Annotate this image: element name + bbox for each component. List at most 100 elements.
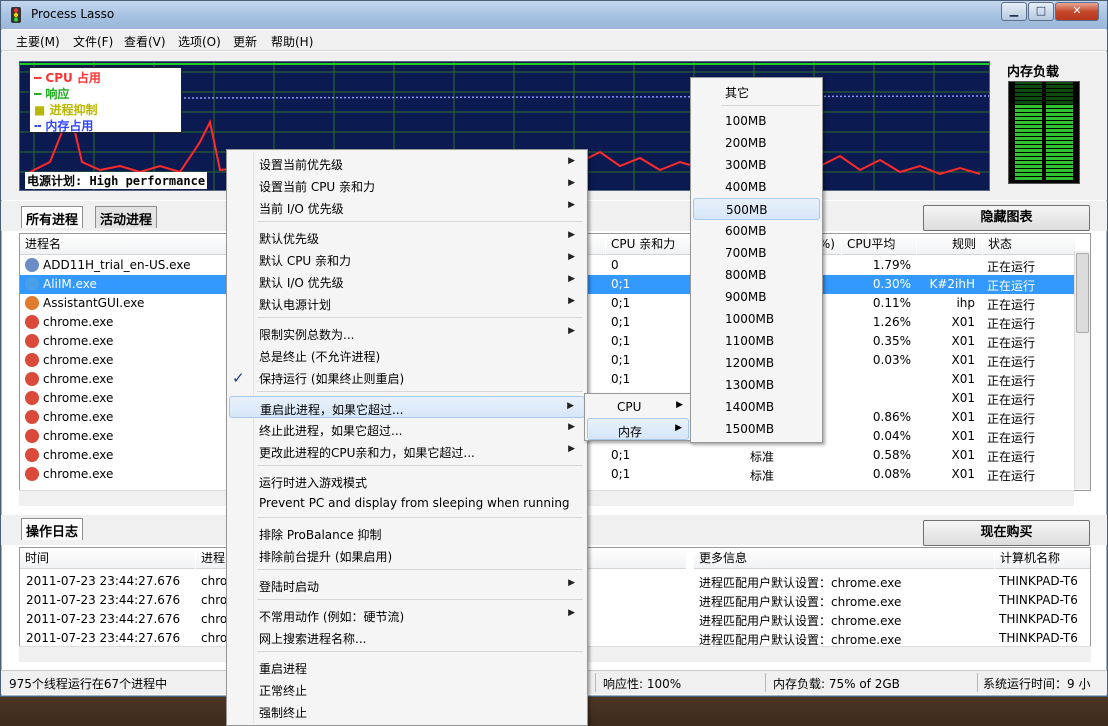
log-header-computer[interactable]: 计算机名称 — [995, 548, 1090, 569]
context-menu-item[interactable]: 强制终止 — [229, 700, 585, 722]
menu-view[interactable]: 查看(V) — [124, 33, 166, 50]
gauge-segment — [1015, 85, 1042, 88]
menu-file[interactable]: 文件(F) — [73, 33, 113, 50]
hide-graph-button[interactable]: 隐藏图表 — [923, 205, 1090, 231]
menu-update[interactable]: 更新 — [233, 33, 257, 50]
process-icon — [25, 429, 39, 443]
memory-load-title: 内存负载 — [1007, 65, 1060, 80]
menu-item-label: 重启此进程，如果它超过... — [260, 403, 404, 417]
context-menu-item[interactable]: 设置当前优先级 ▶ — [229, 152, 585, 174]
graph-legend: ━ CPU 占用 ━ 响应 ■ 进程抑制 ╍ 内存占用 — [29, 67, 182, 133]
submenu-item-label: 1000MB — [725, 312, 775, 326]
context-menu-item[interactable]: 不常用动作 (例如：硬节流) ▶ — [229, 604, 585, 626]
context-menu-item[interactable]: 正常终止 — [229, 678, 585, 700]
context-menu-item[interactable]: 总是终止 (不允许进程) — [229, 344, 585, 366]
memory-threshold-option[interactable]: 700MB — [693, 242, 820, 264]
context-menu-item[interactable]: 默认 CPU 亲和力 ▶ — [229, 248, 585, 270]
process-icon — [25, 353, 39, 367]
minimize-button[interactable]: ▁ — [1001, 2, 1027, 21]
tab-all-processes[interactable]: 所有进程 — [21, 206, 84, 228]
context-menu-item[interactable]: 当前 I/O 优先级 ▶ — [229, 196, 585, 218]
menu-separator — [257, 317, 583, 318]
gauge-segment — [1046, 89, 1073, 92]
gauge-segment — [1046, 153, 1073, 156]
memory-threshold-option[interactable]: 1000MB — [693, 308, 820, 330]
priority-cell: 标准 — [750, 450, 775, 464]
tab-active-processes[interactable]: 活动进程 — [95, 206, 158, 228]
context-menu-item[interactable]: 默认优先级 ▶ — [229, 226, 585, 248]
process-name-cell: chrome.exe — [43, 429, 114, 443]
submenu-item-label: 400MB — [725, 180, 767, 194]
memory-threshold-option[interactable]: 1500MB — [693, 418, 820, 440]
memory-threshold-option[interactable]: 1400MB — [693, 396, 820, 418]
memory-threshold-option[interactable]: 800MB — [693, 264, 820, 286]
process-icon — [25, 372, 39, 386]
memory-threshold-option[interactable]: 500MB — [693, 198, 820, 220]
submenu-item-label: 900MB — [725, 290, 767, 304]
memory-threshold-option[interactable]: 100MB — [693, 110, 820, 132]
gauge-segment — [1015, 133, 1042, 136]
log-header-time[interactable]: 时间 — [20, 548, 195, 569]
memory-threshold-option[interactable]: 200MB — [693, 132, 820, 154]
submenu-arrow-icon: ▶ — [568, 274, 575, 284]
col-header-cpu-avg[interactable]: CPU平均 — [842, 234, 916, 255]
memory-threshold-option[interactable]: 1200MB — [693, 352, 820, 374]
memory-threshold-option[interactable]: 600MB — [693, 220, 820, 242]
context-menu-item[interactable]: 排除前台提升 (如果启用) — [229, 544, 585, 566]
gauge-segment — [1015, 177, 1042, 180]
context-menu-item[interactable]: 限制实例总数为... ▶ — [229, 322, 585, 344]
close-button[interactable]: ✕ — [1055, 2, 1099, 21]
context-menu-item[interactable]: 更改此进程的CPU亲和力，如果它超过... ▶ — [229, 440, 585, 462]
process-list-vscroll[interactable] — [1074, 251, 1090, 489]
submenu-item-memory[interactable]: 内存 ▶ — [587, 418, 689, 440]
process-context-menu: 设置当前优先级 ▶ 设置当前 CPU 亲和力 ▶ 当前 I/O 优先级 ▶ 默认优先级 ▶ 默认… — [226, 149, 588, 726]
menu-main[interactable]: 主要(M) — [16, 33, 60, 50]
status-responsiveness: 响应性: 100% — [603, 677, 682, 691]
menu-help[interactable]: 帮助(H) — [271, 33, 313, 50]
col-header-rules[interactable]: 规则 — [917, 234, 982, 255]
context-menu-item[interactable]: Prevent PC and display from sleeping whe… — [229, 492, 585, 514]
title-bar[interactable]: Process Lasso ▁ □ ✕ — [1, 1, 1107, 29]
menu-separator — [257, 651, 583, 652]
log-header-info[interactable]: 更多信息 — [694, 548, 994, 569]
menu-options[interactable]: 选项(O) — [178, 33, 221, 50]
submenu-item-label: 其它 — [725, 86, 750, 100]
context-menu-item[interactable]: 默认电源计划 ▶ — [229, 292, 585, 314]
context-menu-item[interactable]: 运行时进入游戏模式 — [229, 470, 585, 492]
gauge-segment — [1015, 129, 1042, 132]
menu-separator — [257, 517, 583, 518]
col-header-status[interactable]: 状态 — [983, 234, 1075, 255]
memory-threshold-option[interactable]: 900MB — [693, 286, 820, 308]
memory-threshold-option[interactable]: 400MB — [693, 176, 820, 198]
menu-item-label: 重启进程 — [259, 662, 308, 676]
log-process-cell: chro — [201, 631, 228, 645]
window-title: Process Lasso — [31, 7, 115, 21]
log-process-cell: chro — [201, 574, 228, 588]
context-menu-item[interactable]: 登陆时启动 ▶ — [229, 574, 585, 596]
buy-now-button[interactable]: 现在购买 — [923, 520, 1090, 546]
memory-threshold-option[interactable]: 300MB — [693, 154, 820, 176]
gauge-segment — [1046, 165, 1073, 168]
tab-action-log[interactable]: 操作日志 — [21, 518, 84, 540]
context-menu-item[interactable]: 网上搜索进程名称... — [229, 626, 585, 648]
gauge-segment — [1015, 101, 1042, 104]
gauge-segment — [1015, 89, 1042, 92]
vscroll-thumb[interactable] — [1076, 253, 1089, 333]
maximize-button[interactable]: □ — [1028, 2, 1054, 21]
context-menu-item[interactable]: 重启此进程，如果它超过... ▶ — [229, 396, 585, 418]
context-menu-item[interactable]: 重启进程 — [229, 656, 585, 678]
memory-threshold-option[interactable]: 1100MB — [693, 330, 820, 352]
memory-threshold-option[interactable]: 1300MB — [693, 374, 820, 396]
cpu-avg-cell: 0.35% — [872, 334, 911, 348]
context-menu-item[interactable]: 终止此进程，如果它超过... ▶ — [229, 418, 585, 440]
rule-cell: X01 — [951, 315, 976, 329]
context-menu-item[interactable]: 默认 I/O 优先级 ▶ — [229, 270, 585, 292]
gauge-segment — [1046, 141, 1073, 144]
context-menu-item[interactable]: 排除 ProBalance 抑制 — [229, 522, 585, 544]
cpu-avg-cell: 0.58% — [872, 448, 911, 462]
context-menu-item[interactable]: 保持运行 (如果终止则重启) — [229, 366, 585, 388]
submenu-item-label: 1400MB — [725, 400, 775, 414]
memory-threshold-option[interactable]: 其它 — [693, 80, 820, 102]
context-menu-item[interactable]: 设置当前 CPU 亲和力 ▶ — [229, 174, 585, 196]
submenu-item-cpu[interactable]: CPU ▶ — [587, 396, 689, 418]
